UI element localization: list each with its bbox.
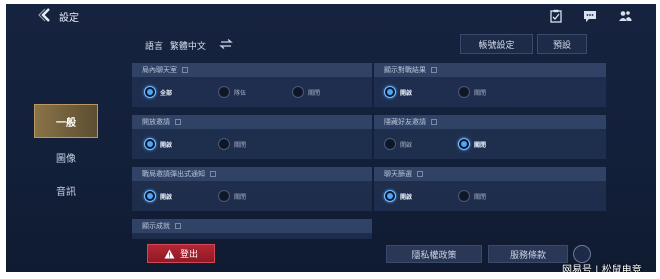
account-settings-button[interactable]: 帳號設定: [460, 34, 533, 54]
option-off[interactable]: 關閉: [458, 189, 486, 203]
radio-selected-icon[interactable]: [384, 190, 396, 202]
terms-of-service-button[interactable]: 服務條款: [488, 245, 568, 263]
option-label: 開啟: [160, 141, 173, 149]
terms-of-service-label: 服務條款: [509, 250, 546, 261]
radio-selected-icon[interactable]: [144, 190, 156, 202]
option-off[interactable]: 關閉: [292, 85, 320, 99]
privacy-policy-label: 隱私權政策: [411, 250, 457, 261]
sidebar: 一般 圖像 音訊: [6, 28, 98, 272]
option-off[interactable]: 關閉: [218, 137, 246, 151]
info-icon[interactable]: [175, 223, 181, 229]
section-title: 顯示成就: [142, 222, 170, 230]
section-header: 隱藏好友邀請: [374, 115, 606, 129]
section-ingame-chat: 局內聊天室 全部 隊伍 關閉: [132, 63, 372, 107]
section-title: 顯示對戰結果: [384, 66, 426, 74]
option-label: 關閉: [234, 141, 247, 149]
radio-selected-icon[interactable]: [458, 138, 470, 150]
option-label: 開啟: [400, 193, 413, 201]
option-label: 關閉: [474, 141, 487, 149]
info-icon[interactable]: [210, 171, 216, 177]
section-title: 聊天篩選: [384, 170, 412, 178]
sidebar-item-label: 圖像: [56, 153, 76, 165]
option-off[interactable]: 關閉: [458, 137, 486, 151]
option-label: 開啟: [160, 193, 173, 201]
logout-button[interactable]: 登出: [147, 244, 215, 263]
sidebar-item-label: 音訊: [56, 186, 76, 198]
section-show-achievements: 顯示成就: [132, 219, 372, 239]
info-icon[interactable]: [431, 67, 437, 73]
radio-icon[interactable]: [218, 190, 230, 202]
radio-icon[interactable]: [458, 86, 470, 98]
section-chat-filter: 聊天篩選 開啟 關閉: [374, 167, 606, 211]
language-row: 語言 繁體中文: [145, 39, 206, 52]
section-header: 局內聊天室: [132, 63, 372, 77]
sidebar-item-label: 一般: [56, 117, 76, 129]
privacy-policy-button[interactable]: 隱私權政策: [386, 245, 482, 263]
back-chevron-icon[interactable]: [38, 7, 54, 23]
clipboard-icon[interactable]: [549, 8, 563, 23]
friends-icon[interactable]: [618, 8, 632, 22]
section-header: 戰局邀請彈出式通知: [132, 167, 372, 181]
language-value[interactable]: 繁體中文: [170, 42, 206, 52]
option-on[interactable]: 開啟: [144, 189, 172, 203]
option-all[interactable]: 全部: [144, 85, 172, 99]
option-off[interactable]: 關閉: [458, 85, 486, 99]
section-hide-friend-invite: 隱藏好友邀請 開啟 關閉: [374, 115, 606, 159]
radio-icon[interactable]: [218, 138, 230, 150]
option-team[interactable]: 隊伍: [218, 85, 246, 99]
option-label: 隊伍: [234, 89, 247, 97]
option-label: 開啟: [400, 89, 413, 97]
language-label: 語言: [145, 42, 164, 52]
section-match-invite-popup: 戰局邀請彈出式通知 開啟 關閉: [132, 167, 372, 211]
radio-icon[interactable]: [458, 190, 470, 202]
section-title: 戰局邀請彈出式通知: [142, 170, 205, 178]
logout-label: 登出: [179, 250, 198, 260]
top-bar: 設定: [6, 4, 656, 28]
option-label: 全部: [160, 89, 173, 97]
section-title: 開放邀請: [142, 118, 170, 126]
option-off[interactable]: 關閉: [218, 189, 246, 203]
sidebar-item-general[interactable]: 一般: [34, 104, 98, 138]
option-on[interactable]: 開啟: [384, 137, 412, 151]
section-header: 顯示成就: [132, 219, 372, 233]
section-title: 隱藏好友邀請: [384, 118, 426, 126]
radio-selected-icon[interactable]: [144, 86, 156, 98]
option-on[interactable]: 開啟: [144, 137, 172, 151]
sidebar-item-graphics[interactable]: 圖像: [34, 140, 98, 174]
page-title: 設定: [59, 13, 79, 24]
warning-icon: [164, 249, 175, 258]
section-title: 局內聊天室: [142, 66, 177, 74]
option-label: 關閉: [308, 89, 321, 97]
account-settings-label: 帳號設定: [478, 40, 515, 51]
radio-icon[interactable]: [292, 86, 304, 98]
option-label: 關閉: [474, 193, 487, 201]
option-on[interactable]: 開啟: [384, 189, 412, 203]
default-label: 預設: [552, 40, 571, 51]
section-open-invite: 開放邀請 開啟 關閉: [132, 115, 372, 159]
info-icon[interactable]: [431, 119, 437, 125]
section-header: 顯示對戰結果: [374, 63, 606, 77]
chat-icon[interactable]: [583, 8, 597, 22]
info-icon[interactable]: [175, 119, 181, 125]
watermark: 网易号 | 松鼠电竞: [562, 265, 642, 272]
option-on[interactable]: 開啟: [384, 85, 412, 99]
sidebar-item-audio[interactable]: 音訊: [34, 173, 98, 207]
radio-selected-icon[interactable]: [144, 138, 156, 150]
option-label: 關閉: [474, 89, 487, 97]
option-label: 關閉: [234, 193, 247, 201]
info-icon[interactable]: [182, 67, 188, 73]
option-label: 開啟: [400, 141, 413, 149]
section-header: 聊天篩選: [374, 167, 606, 181]
settings-screen: 設定 一般 圖像 音訊 語言 繁體中文 帳號設定 預設 局內聊天室 全部 隊伍 …: [6, 4, 656, 272]
radio-icon[interactable]: [218, 86, 230, 98]
section-header: 開放邀請: [132, 115, 372, 129]
default-button[interactable]: 預設: [537, 34, 587, 54]
radio-selected-icon[interactable]: [384, 86, 396, 98]
radio-icon[interactable]: [384, 138, 396, 150]
swap-language-icon[interactable]: [218, 36, 234, 52]
section-show-match-result: 顯示對戰結果 開啟 關閉: [374, 63, 606, 107]
info-icon[interactable]: [417, 171, 423, 177]
